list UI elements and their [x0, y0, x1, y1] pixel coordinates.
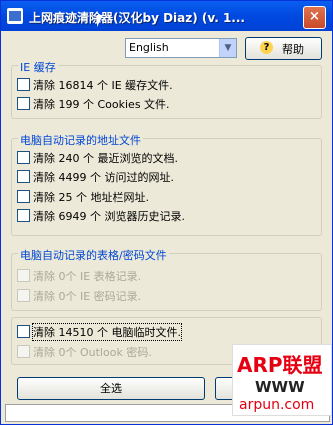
- watermark-www: WWW: [255, 378, 305, 396]
- checkbox[interactable]: [17, 325, 30, 338]
- checkbox-label: 清除 0个 IE 密码记录.: [33, 290, 142, 303]
- main-window: 上网痕迹清除器(汉化by Diaz) (v. 1... × English ▼ …: [0, 0, 333, 425]
- checkbox[interactable]: [17, 190, 30, 203]
- checkbox: [17, 289, 30, 302]
- group-title-address-records: 电脑自动记录的地址文件: [18, 132, 143, 148]
- help-button[interactable]: ? 帮助: [245, 37, 322, 60]
- checkbox[interactable]: [17, 151, 30, 164]
- checkbox[interactable]: [17, 170, 30, 183]
- group-title-ie-cache: IE 缓存: [18, 59, 58, 75]
- help-button-label: 帮助: [282, 43, 304, 56]
- checkbox[interactable]: [17, 209, 30, 222]
- checkbox-label: 清除 240 个 最近浏览的文档.: [33, 152, 178, 165]
- checkbox-label: 清除 0个 IE 表格记录.: [33, 270, 142, 283]
- watermark-url: arpun.com: [239, 397, 315, 413]
- language-select[interactable]: English ▼: [125, 38, 237, 58]
- help-icon: ?: [260, 41, 273, 54]
- mouse-cursor-icon: [97, 15, 109, 27]
- checkbox-label: 清除 16814 个 IE 缓存文件.: [33, 79, 173, 92]
- checkbox-label: 清除 14510 个 电脑临时文件.: [32, 323, 182, 341]
- select-all-button[interactable]: 全选: [17, 377, 205, 400]
- checkbox: [17, 269, 30, 282]
- checkbox-label: 清除 0个 Outlook 密码.: [33, 346, 152, 359]
- checkbox-label: 清除 6949 个 浏览器历史记录.: [33, 210, 185, 223]
- checkbox[interactable]: [17, 78, 30, 91]
- watermark-logo: ARP联盟 WWW arpun.com: [232, 344, 332, 416]
- checkbox: [17, 345, 30, 358]
- checkbox-label: 清除 199 个 Cookies 文件.: [33, 98, 170, 111]
- title-bar[interactable]: 上网痕迹清除器(汉化by Diaz) (v. 1... ×: [1, 1, 332, 31]
- group-title-form-password: 电脑自动记录的表格/密码文件: [18, 247, 169, 263]
- app-icon: [7, 8, 23, 24]
- checkbox-label: 清除 25 个 地址栏网址.: [33, 191, 149, 204]
- window-title: 上网痕迹清除器(汉化by Diaz) (v. 1...: [29, 11, 245, 25]
- checkbox[interactable]: [17, 97, 30, 110]
- chevron-down-icon[interactable]: ▼: [219, 39, 236, 57]
- watermark-brand: ARP联盟: [237, 353, 323, 377]
- checkbox-label: 清除 4499 个 访问过的网址.: [33, 171, 174, 184]
- close-button[interactable]: ×: [303, 6, 326, 29]
- language-selected-value: English: [129, 41, 169, 54]
